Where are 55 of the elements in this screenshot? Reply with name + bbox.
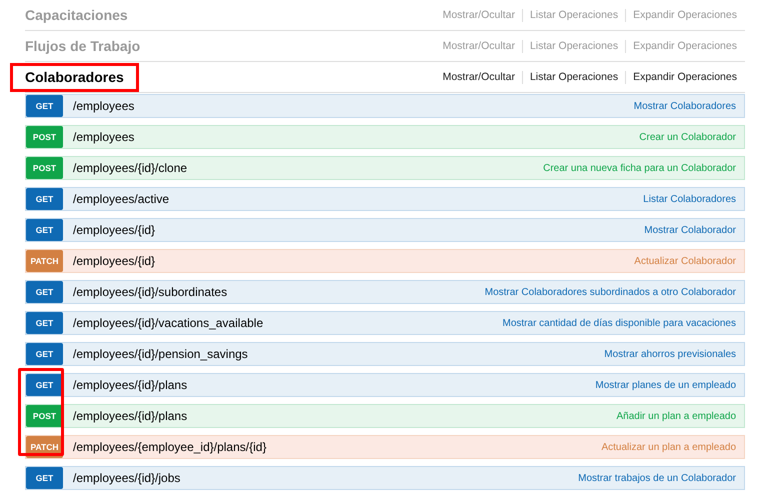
operation-summary: Listar Colaboradores	[643, 194, 737, 204]
operation-summary: Mostrar ahorros previsionales	[604, 348, 737, 360]
endpoint-path: /employees/{employee_id}/plans/{id}	[73, 440, 266, 454]
method-badge: PATCH	[26, 250, 63, 272]
operation-row[interactable]: POST /employees Crear un Colaborador	[25, 125, 745, 149]
endpoint-path: /employees/{id}/clone	[73, 161, 188, 175]
endpoint-path: /employees	[73, 99, 134, 113]
endpoint-path: /employees/{id}/vacations_available	[73, 316, 264, 330]
operation-row[interactable]: GET /employees/{id}/pension_savings Mostrar ahorros previsionales	[25, 342, 745, 366]
method-badge: GET	[26, 374, 63, 396]
method-badge: GET	[26, 312, 63, 334]
method-badge: GET	[26, 219, 63, 241]
method-badge: POST	[26, 157, 63, 179]
operation-row[interactable]: GET /employees/{id}/plans Mostrar planes de un empleado	[25, 373, 745, 397]
endpoint-path: /employees	[73, 130, 134, 144]
operation-summary: Mostrar cantidad de días disponible para vacaciones	[502, 318, 737, 328]
operation-summary: Crear un Colaborador	[639, 132, 737, 142]
operation-row[interactable]: POST /employees/{id}/clone Crear una nueva ficha para un Colaborador	[25, 156, 745, 180]
operation-summary: Mostrar Colaboradores subordinados a otro Colaborador	[484, 286, 737, 298]
header-link[interactable]: Expandir Operaciones	[633, 71, 737, 83]
method-badge: GET	[26, 95, 63, 117]
operation-row[interactable]: GET /employees/{id}/subordinates Mostrar Colaboradores subordinados a otro Colaborador	[25, 280, 745, 304]
operation-row[interactable]: GET /employees Mostrar Colaboradores	[25, 94, 745, 118]
operation-summary: Crear una nueva ficha para un Colaborador	[543, 162, 737, 174]
endpoint-path: /employees/{id}	[73, 254, 156, 268]
endpoint-path: /employees/{id}	[73, 223, 156, 237]
operation-summary: Añadir un plan a empleado	[616, 410, 737, 422]
operation-row[interactable]: PATCH /employees/{id} Actualizar Colaborador	[25, 249, 745, 273]
operation-row[interactable]: GET /employees/{id} Mostrar Colaborador	[25, 218, 745, 242]
operation-summary: Mostrar planes de un empleado	[595, 380, 737, 390]
method-badge: GET	[26, 281, 63, 303]
endpoint-path: /employees/{id}/subordinates	[73, 285, 228, 299]
operation-row[interactable]: GET /employees/{id}/jobs Mostrar trabajos de un Colaborador	[25, 466, 745, 490]
method-badge: GET	[26, 188, 63, 210]
section-title[interactable]: Colaboradores	[13, 66, 136, 88]
operation-summary: Mostrar trabajos de un Colaborador	[578, 472, 737, 484]
operation-row[interactable]: PATCH /employees/{employee_id}/plans/{id} Actualizar un plan a empleado	[25, 435, 745, 459]
endpoint-path: /employees/{id}/pension_savings	[73, 347, 248, 361]
method-badge: GET	[26, 343, 63, 365]
method-badge: GET	[26, 467, 63, 489]
method-badge: POST	[26, 405, 63, 427]
endpoint-path: /employees/{id}/jobs	[73, 471, 180, 485]
header-link[interactable]: Mostrar/Ocultar	[442, 71, 515, 83]
endpoint-path: /employees/{id}/plans	[73, 378, 188, 392]
operation-summary: Actualizar un plan a empleado	[601, 442, 737, 452]
header-link[interactable]: Listar Operaciones	[530, 71, 618, 83]
operation-summary: Mostrar Colaborador	[644, 224, 737, 236]
operation-summary: Actualizar Colaborador	[634, 256, 737, 266]
endpoint-path: /employees/{id}/plans	[73, 409, 188, 423]
method-badge: POST	[26, 126, 63, 148]
operation-row[interactable]: GET /employees/active Listar Colaboradores	[25, 187, 745, 211]
operation-row[interactable]: GET /employees/{id}/vacations_available Mostrar cantidad de días disponible para vacaciones	[25, 311, 745, 335]
operation-row[interactable]: POST /employees/{id}/plans Añadir un plan a empleado	[25, 404, 745, 428]
endpoint-path: /employees/active	[73, 192, 170, 206]
operation-summary: Mostrar Colaboradores	[634, 100, 737, 112]
